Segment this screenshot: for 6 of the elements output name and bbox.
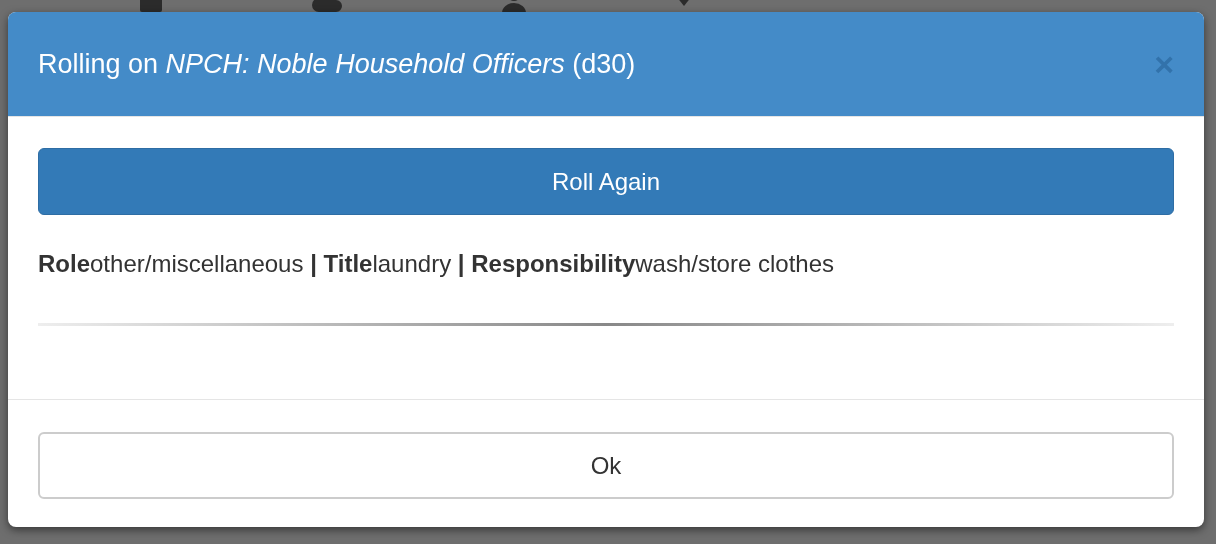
- roll-again-button[interactable]: Roll Again: [38, 148, 1174, 215]
- dialog-title: Rolling on NPCH: Noble Household Officers (d30): [38, 47, 636, 81]
- ok-button[interactable]: Ok: [38, 432, 1174, 499]
- cloud-icon: [312, 0, 342, 12]
- result-text: Roleother/miscellaneous | Titlelaundry | Responsibilitywash/store clothes: [38, 249, 835, 279]
- folder-icon: [140, 0, 162, 12]
